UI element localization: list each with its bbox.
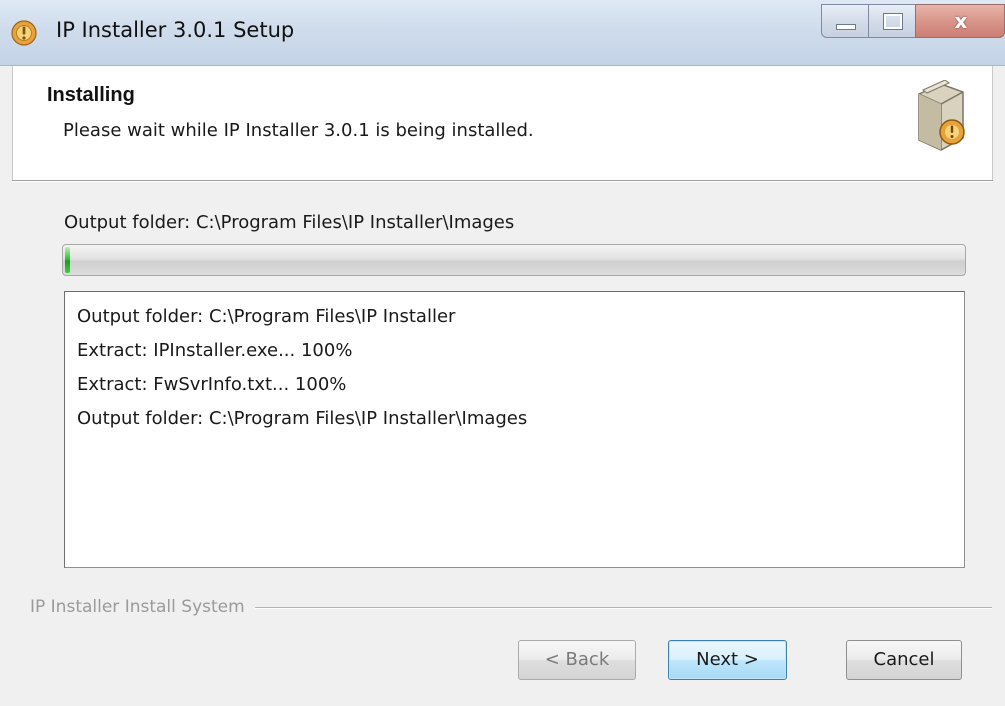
caption-buttons: x bbox=[821, 4, 1005, 40]
progress-fill bbox=[65, 247, 70, 273]
minimize-button[interactable] bbox=[821, 4, 869, 38]
details-log[interactable]: Output folder: C:\Program Files\IP Insta… bbox=[64, 291, 965, 568]
page-subtitle: Please wait while IP Installer 3.0.1 is … bbox=[63, 120, 534, 141]
cancel-button[interactable]: Cancel bbox=[846, 640, 962, 680]
minimize-icon bbox=[836, 24, 856, 30]
installer-disc-icon bbox=[11, 20, 37, 46]
installer-box-icon bbox=[918, 80, 965, 151]
log-line: Output folder: C:\Program Files\IP Insta… bbox=[77, 306, 456, 327]
log-line: Extract: FwSvrInfo.txt... 100% bbox=[77, 374, 347, 395]
close-button[interactable]: x bbox=[915, 4, 1005, 38]
branding-text: IP Installer Install System bbox=[30, 597, 255, 617]
log-line: Extract: IPInstaller.exe... 100% bbox=[77, 340, 353, 361]
close-icon: x bbox=[954, 9, 968, 33]
header-panel: Installing Please wait while IP Installe… bbox=[12, 66, 993, 180]
progress-bar bbox=[62, 244, 966, 276]
back-button[interactable]: < Back bbox=[518, 640, 636, 680]
title-bar[interactable]: IP Installer 3.0.1 Setup x bbox=[0, 0, 1005, 66]
log-line: Output folder: C:\Program Files\IP Insta… bbox=[77, 408, 528, 429]
header-divider bbox=[12, 180, 993, 182]
window-title: IP Installer 3.0.1 Setup bbox=[56, 18, 295, 42]
maximize-button[interactable] bbox=[868, 4, 916, 38]
page-title: Installing bbox=[47, 84, 135, 106]
next-button[interactable]: Next > bbox=[668, 640, 787, 680]
installer-window: IP Installer 3.0.1 Setup x Installing Pl… bbox=[0, 0, 1005, 706]
maximize-icon bbox=[883, 13, 903, 30]
status-text: Output folder: C:\Program Files\IP Insta… bbox=[64, 212, 515, 233]
